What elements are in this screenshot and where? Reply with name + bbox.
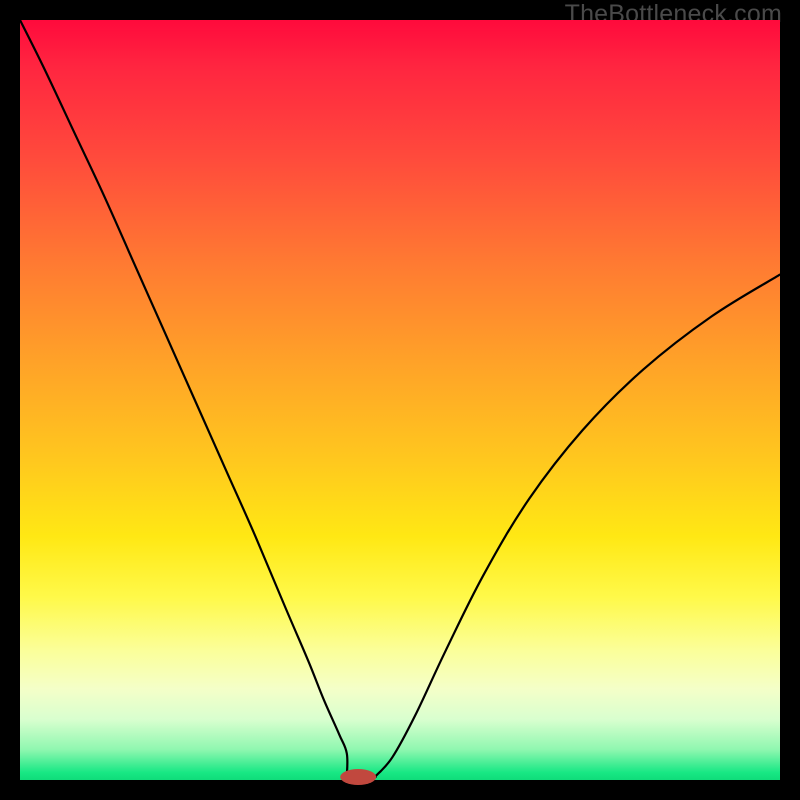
plot-area [20,20,780,780]
chart-frame: TheBottleneck.com [0,0,800,800]
min-marker [340,769,376,785]
chart-svg [20,20,780,780]
bottleneck-curve [20,20,780,778]
